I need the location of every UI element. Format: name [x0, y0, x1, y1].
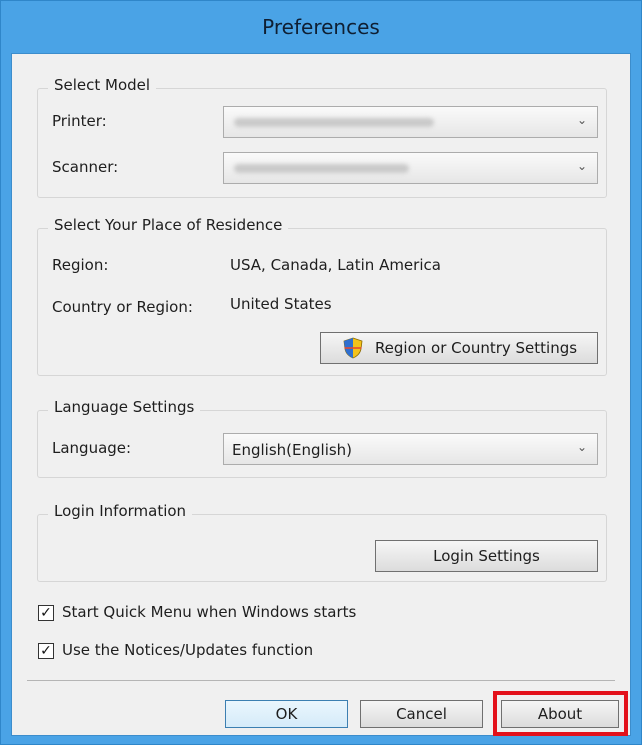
language-value: English(English): [232, 441, 353, 459]
uac-shield-icon: [341, 336, 365, 360]
language-title: Language Settings: [48, 398, 201, 416]
printer-label: Printer:: [52, 112, 107, 130]
start-quick-menu-checkbox[interactable]: ✓: [38, 605, 54, 621]
login-title: Login Information: [48, 502, 193, 520]
chevron-down-icon: ⌄: [576, 440, 587, 454]
printer-value-obscured: [234, 118, 434, 127]
language-label: Language:: [52, 439, 132, 457]
region-label: Region:: [52, 256, 109, 274]
ok-label: OK: [275, 705, 298, 723]
cancel-button[interactable]: Cancel: [360, 700, 483, 728]
start-quick-menu-label: Start Quick Menu when Windows starts: [62, 603, 357, 621]
notices-updates-checkbox[interactable]: ✓: [38, 643, 54, 659]
country-label: Country or Region:: [52, 298, 193, 316]
cancel-label: Cancel: [396, 705, 447, 723]
about-highlight-box: [493, 691, 628, 736]
residence-group: Select Your Place of Residence Region: U…: [37, 216, 607, 376]
language-dropdown[interactable]: English(English) ⌄: [223, 433, 598, 465]
select-model-title: Select Model: [48, 76, 157, 94]
country-value: United States: [230, 295, 332, 313]
login-group: Login Information Login Settings: [37, 502, 607, 582]
printer-dropdown[interactable]: ⌄: [223, 106, 598, 138]
dialog-body: Select Model Printer: ⌄ Scanner: ⌄ Selec…: [11, 53, 631, 736]
region-country-settings-label: Region or Country Settings: [374, 339, 578, 357]
preferences-window: Preferences Select Model Printer: ⌄ Scan…: [0, 0, 642, 745]
chevron-down-icon: ⌄: [576, 159, 587, 173]
select-model-group: Select Model Printer: ⌄ Scanner: ⌄: [37, 76, 607, 198]
language-group: Language Settings Language: English(Engl…: [37, 398, 607, 478]
login-settings-label: Login Settings: [433, 547, 540, 565]
ok-button[interactable]: OK: [225, 700, 348, 728]
scanner-value-obscured: [234, 164, 409, 173]
chevron-down-icon: ⌄: [576, 113, 587, 127]
residence-title: Select Your Place of Residence: [48, 216, 289, 234]
notices-updates-label: Use the Notices/Updates function: [62, 641, 314, 659]
region-value: USA, Canada, Latin America: [230, 256, 441, 274]
footer-divider: [27, 680, 615, 681]
login-settings-button[interactable]: Login Settings: [375, 540, 598, 572]
region-country-settings-button[interactable]: Region or Country Settings: [320, 332, 598, 364]
scanner-dropdown[interactable]: ⌄: [223, 152, 598, 184]
scanner-label: Scanner:: [52, 158, 119, 176]
window-title: Preferences: [262, 15, 380, 39]
